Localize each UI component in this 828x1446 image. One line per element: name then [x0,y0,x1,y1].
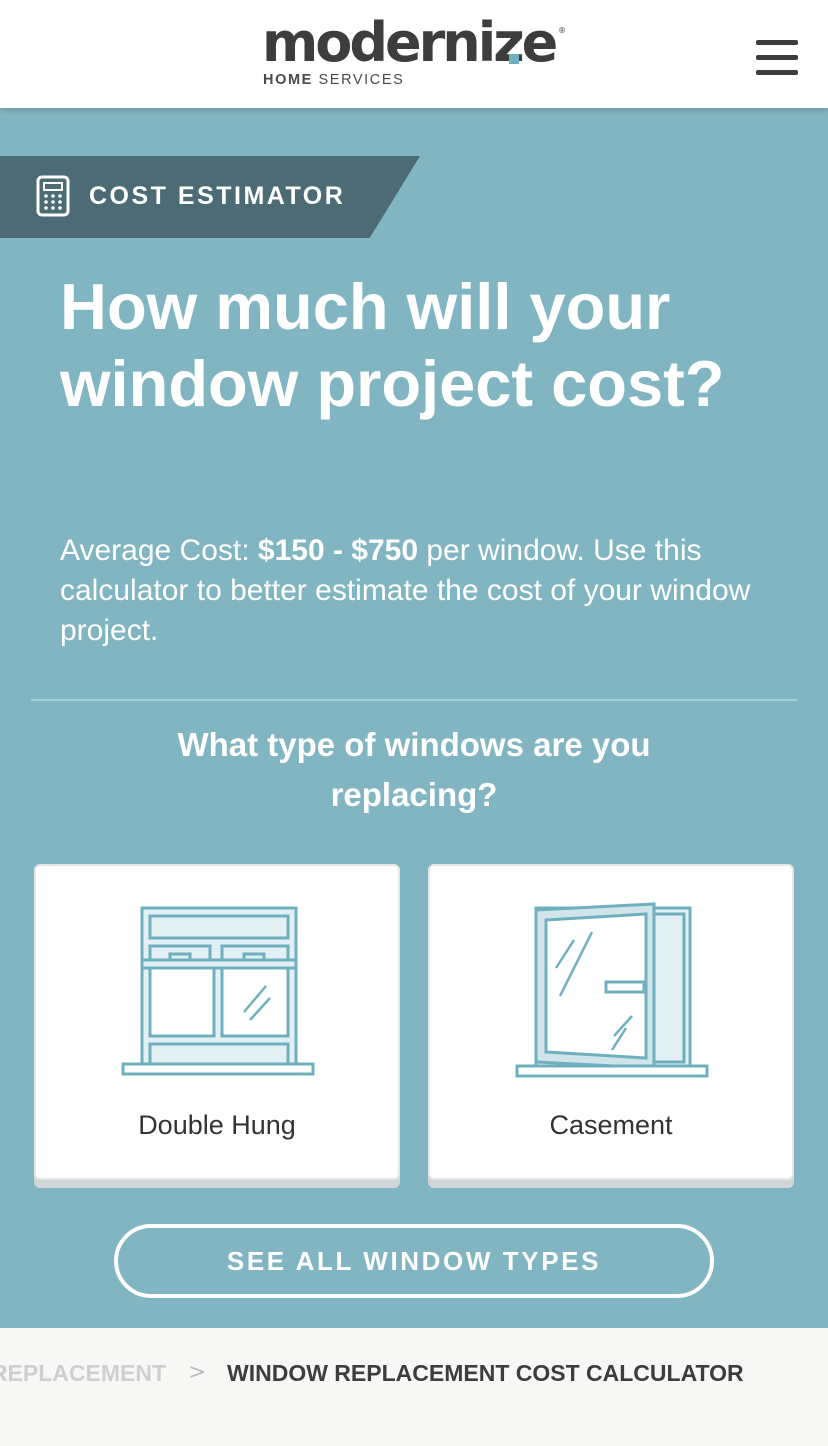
average-cost-description: Average Cost: $150 - $750 per window. Us… [60,534,751,647]
section-divider [31,699,797,701]
option-label: Casement [549,1110,673,1140]
breadcrumb-link-replacement[interactable]: REPLACEMENT [0,1360,166,1387]
logo-accent-dot [509,54,519,64]
breadcrumb-current: WINDOW REPLACEMENT COST CALCULATOR [227,1360,744,1386]
hamburger-icon[interactable] [756,38,798,78]
logo-wordmark: modernize [262,11,558,74]
window-type-question: What type of windows are you replacing? [177,726,651,813]
registered-mark: ® [558,26,566,35]
see-all-window-types-button[interactable]: SEE ALL WINDOW TYPES [114,1224,714,1298]
casement-window-icon [515,902,709,1078]
page-title: How much will your window project cost? [60,270,725,420]
average-cost-range: $150 - $750 [257,534,419,567]
option-casement[interactable]: Casement [428,864,794,1180]
option-double-hung[interactable]: Double Hung [34,864,400,1180]
chevron-right-icon: > [188,1360,207,1385]
breadcrumb: REPLACEMENT > WINDOW REPLACEMENT COST CA… [0,1328,828,1446]
modernize-logo[interactable]: modernize ® HOME SERVICES [262,12,572,94]
double-hung-window-icon [121,906,315,1076]
logo-subtitle: HOME SERVICES [263,72,405,88]
calculator-icon [36,175,70,217]
badge-label: COST ESTIMATOR [89,182,346,210]
site-header: modernize ® HOME SERVICES [0,0,828,108]
cost-estimator-badge: COST ESTIMATOR [0,156,420,238]
option-label: Double Hung [138,1110,296,1140]
